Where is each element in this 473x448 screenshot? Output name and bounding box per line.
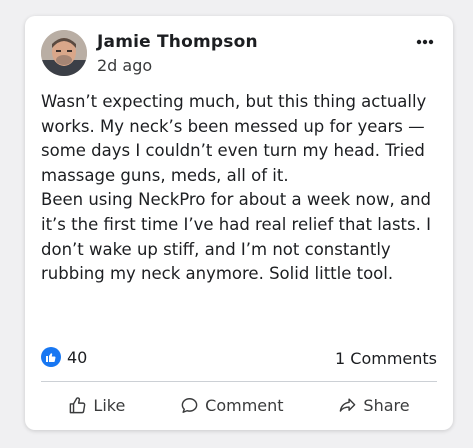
post-body: Wasn’t expecting much, but this thing ac… <box>41 90 441 287</box>
like-button[interactable]: Like <box>58 392 135 419</box>
post-paragraph: Been using NeckPro for about a week now,… <box>41 190 431 284</box>
comment-button-label: Comment <box>205 395 284 415</box>
comment-bubble-icon <box>181 397 198 413</box>
like-button-label: Like <box>93 395 126 415</box>
author-name[interactable]: Jamie Thompson <box>97 32 258 52</box>
like-reaction-icon <box>41 347 61 367</box>
post-paragraph: Wasn’t expecting much, but this thing ac… <box>41 92 427 185</box>
more-horizontal-icon <box>416 39 434 45</box>
post-timestamp: 2d ago <box>97 56 153 75</box>
like-summary[interactable]: 40 <box>41 347 87 367</box>
avatar[interactable] <box>41 30 87 76</box>
more-options-button[interactable] <box>411 30 439 54</box>
post-card: Jamie Thompson 2d ago Wasn’t expecting m… <box>25 16 453 430</box>
divider <box>41 381 437 382</box>
thumbs-up-icon <box>70 396 86 413</box>
comments-count-link[interactable]: 1 Comments <box>335 349 437 368</box>
post-actions: Like Comment Share <box>41 388 437 422</box>
share-arrow-icon <box>340 397 356 412</box>
share-button[interactable]: Share <box>328 392 419 419</box>
share-button-label: Share <box>363 395 410 415</box>
like-count: 40 <box>67 347 88 367</box>
comment-button[interactable]: Comment <box>170 392 293 419</box>
